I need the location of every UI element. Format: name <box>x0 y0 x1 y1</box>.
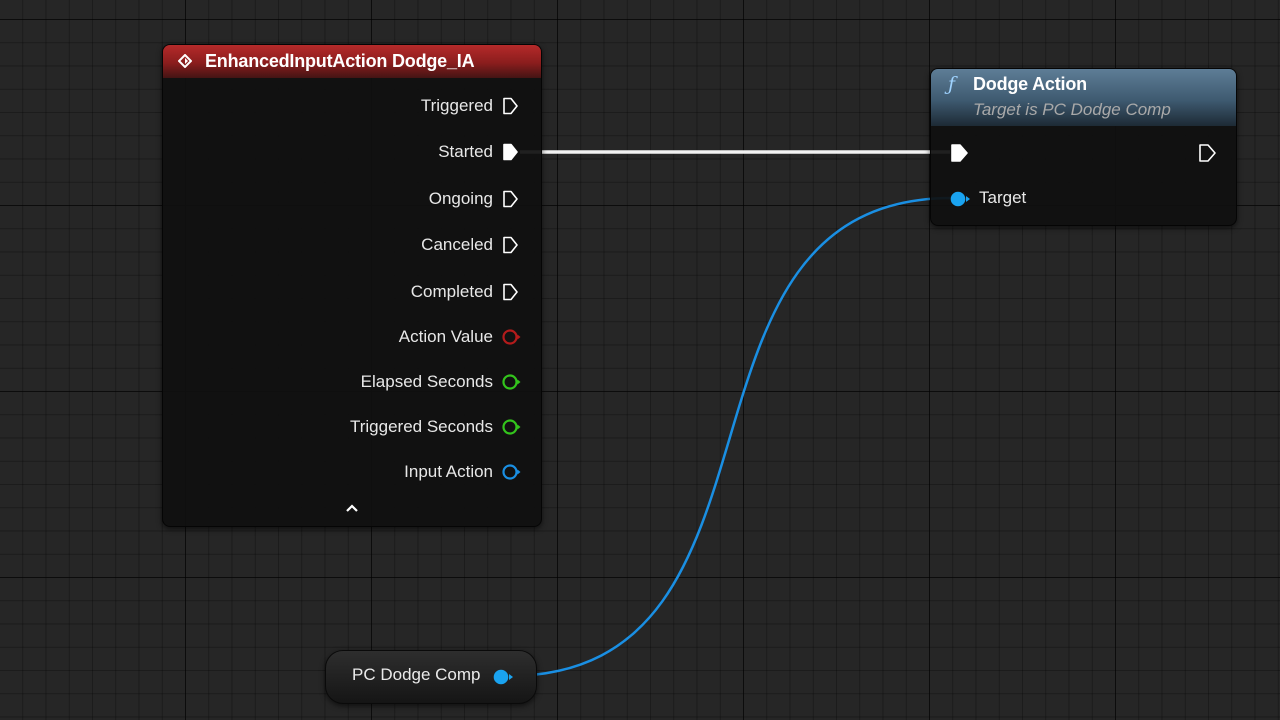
function-node-title: Dodge Action <box>973 74 1087 94</box>
exec-pin-icon[interactable] <box>501 190 521 208</box>
chevron-up-icon[interactable] <box>343 501 361 515</box>
function-f-icon: ƒ <box>948 73 956 95</box>
output-pin-row[interactable]: Completed <box>163 281 541 303</box>
function-node-header[interactable]: ƒ Dodge Action Target is PC Dodge Comp <box>931 69 1236 126</box>
enhanced-input-action-node[interactable]: EnhancedInputAction Dodge_IA Triggered St… <box>162 44 542 527</box>
output-pin-label: Ongoing <box>428 189 493 208</box>
output-pin-row[interactable]: Input Action <box>163 461 541 483</box>
exec-pin-icon[interactable] <box>501 97 521 115</box>
exec-pin-icon[interactable] <box>501 143 521 161</box>
data-pin-icon[interactable] <box>501 373 521 391</box>
output-pin-label: Elapsed Seconds <box>360 372 493 391</box>
event-node-title: EnhancedInputAction Dodge_IA <box>205 51 475 71</box>
output-pin-label: Canceled <box>421 235 493 254</box>
exec-input-pin[interactable] <box>949 143 969 163</box>
exec-pin-icon[interactable] <box>501 236 521 254</box>
dodge-action-function-node[interactable]: ƒ Dodge Action Target is PC Dodge Comp T… <box>930 68 1237 226</box>
exec-output-pin[interactable] <box>1197 143 1217 163</box>
pc-dodge-comp-variable-node[interactable]: PC Dodge Comp <box>325 650 537 704</box>
output-pin-row[interactable]: Action Value <box>163 326 541 348</box>
output-pin-row[interactable]: Triggered Seconds <box>163 416 541 438</box>
output-pin-label: Started <box>438 142 493 161</box>
event-node-header[interactable]: EnhancedInputAction Dodge_IA <box>163 45 541 78</box>
output-pin-label: Triggered Seconds <box>349 417 493 436</box>
output-pin-label: Action Value <box>398 327 493 346</box>
output-pin-row[interactable]: Triggered <box>163 95 541 117</box>
output-pin-row[interactable]: Ongoing <box>163 188 541 210</box>
event-diamond-icon <box>178 54 192 68</box>
variable-output-pin[interactable] <box>492 667 514 687</box>
function-node-subtitle: Target is PC Dodge Comp <box>973 100 1171 119</box>
output-pin-label: Completed <box>410 282 493 301</box>
output-pin-row[interactable]: Elapsed Seconds <box>163 371 541 393</box>
data-pin-icon[interactable] <box>501 418 521 436</box>
output-pin-row[interactable]: Started <box>163 141 541 163</box>
target-pin-label: Target <box>979 188 1027 207</box>
data-pin-icon[interactable] <box>501 328 521 346</box>
output-pin-label: Triggered <box>420 96 493 115</box>
output-pin-row[interactable]: Canceled <box>163 234 541 256</box>
output-pin-label: Input Action <box>404 462 493 481</box>
target-input-pin[interactable] <box>949 189 971 209</box>
object-wire-pc-dodge-comp-to-target[interactable] <box>507 196 953 678</box>
variable-node-label: PC Dodge Comp <box>352 665 481 684</box>
data-pin-icon[interactable] <box>501 463 521 481</box>
exec-pin-icon[interactable] <box>501 283 521 301</box>
